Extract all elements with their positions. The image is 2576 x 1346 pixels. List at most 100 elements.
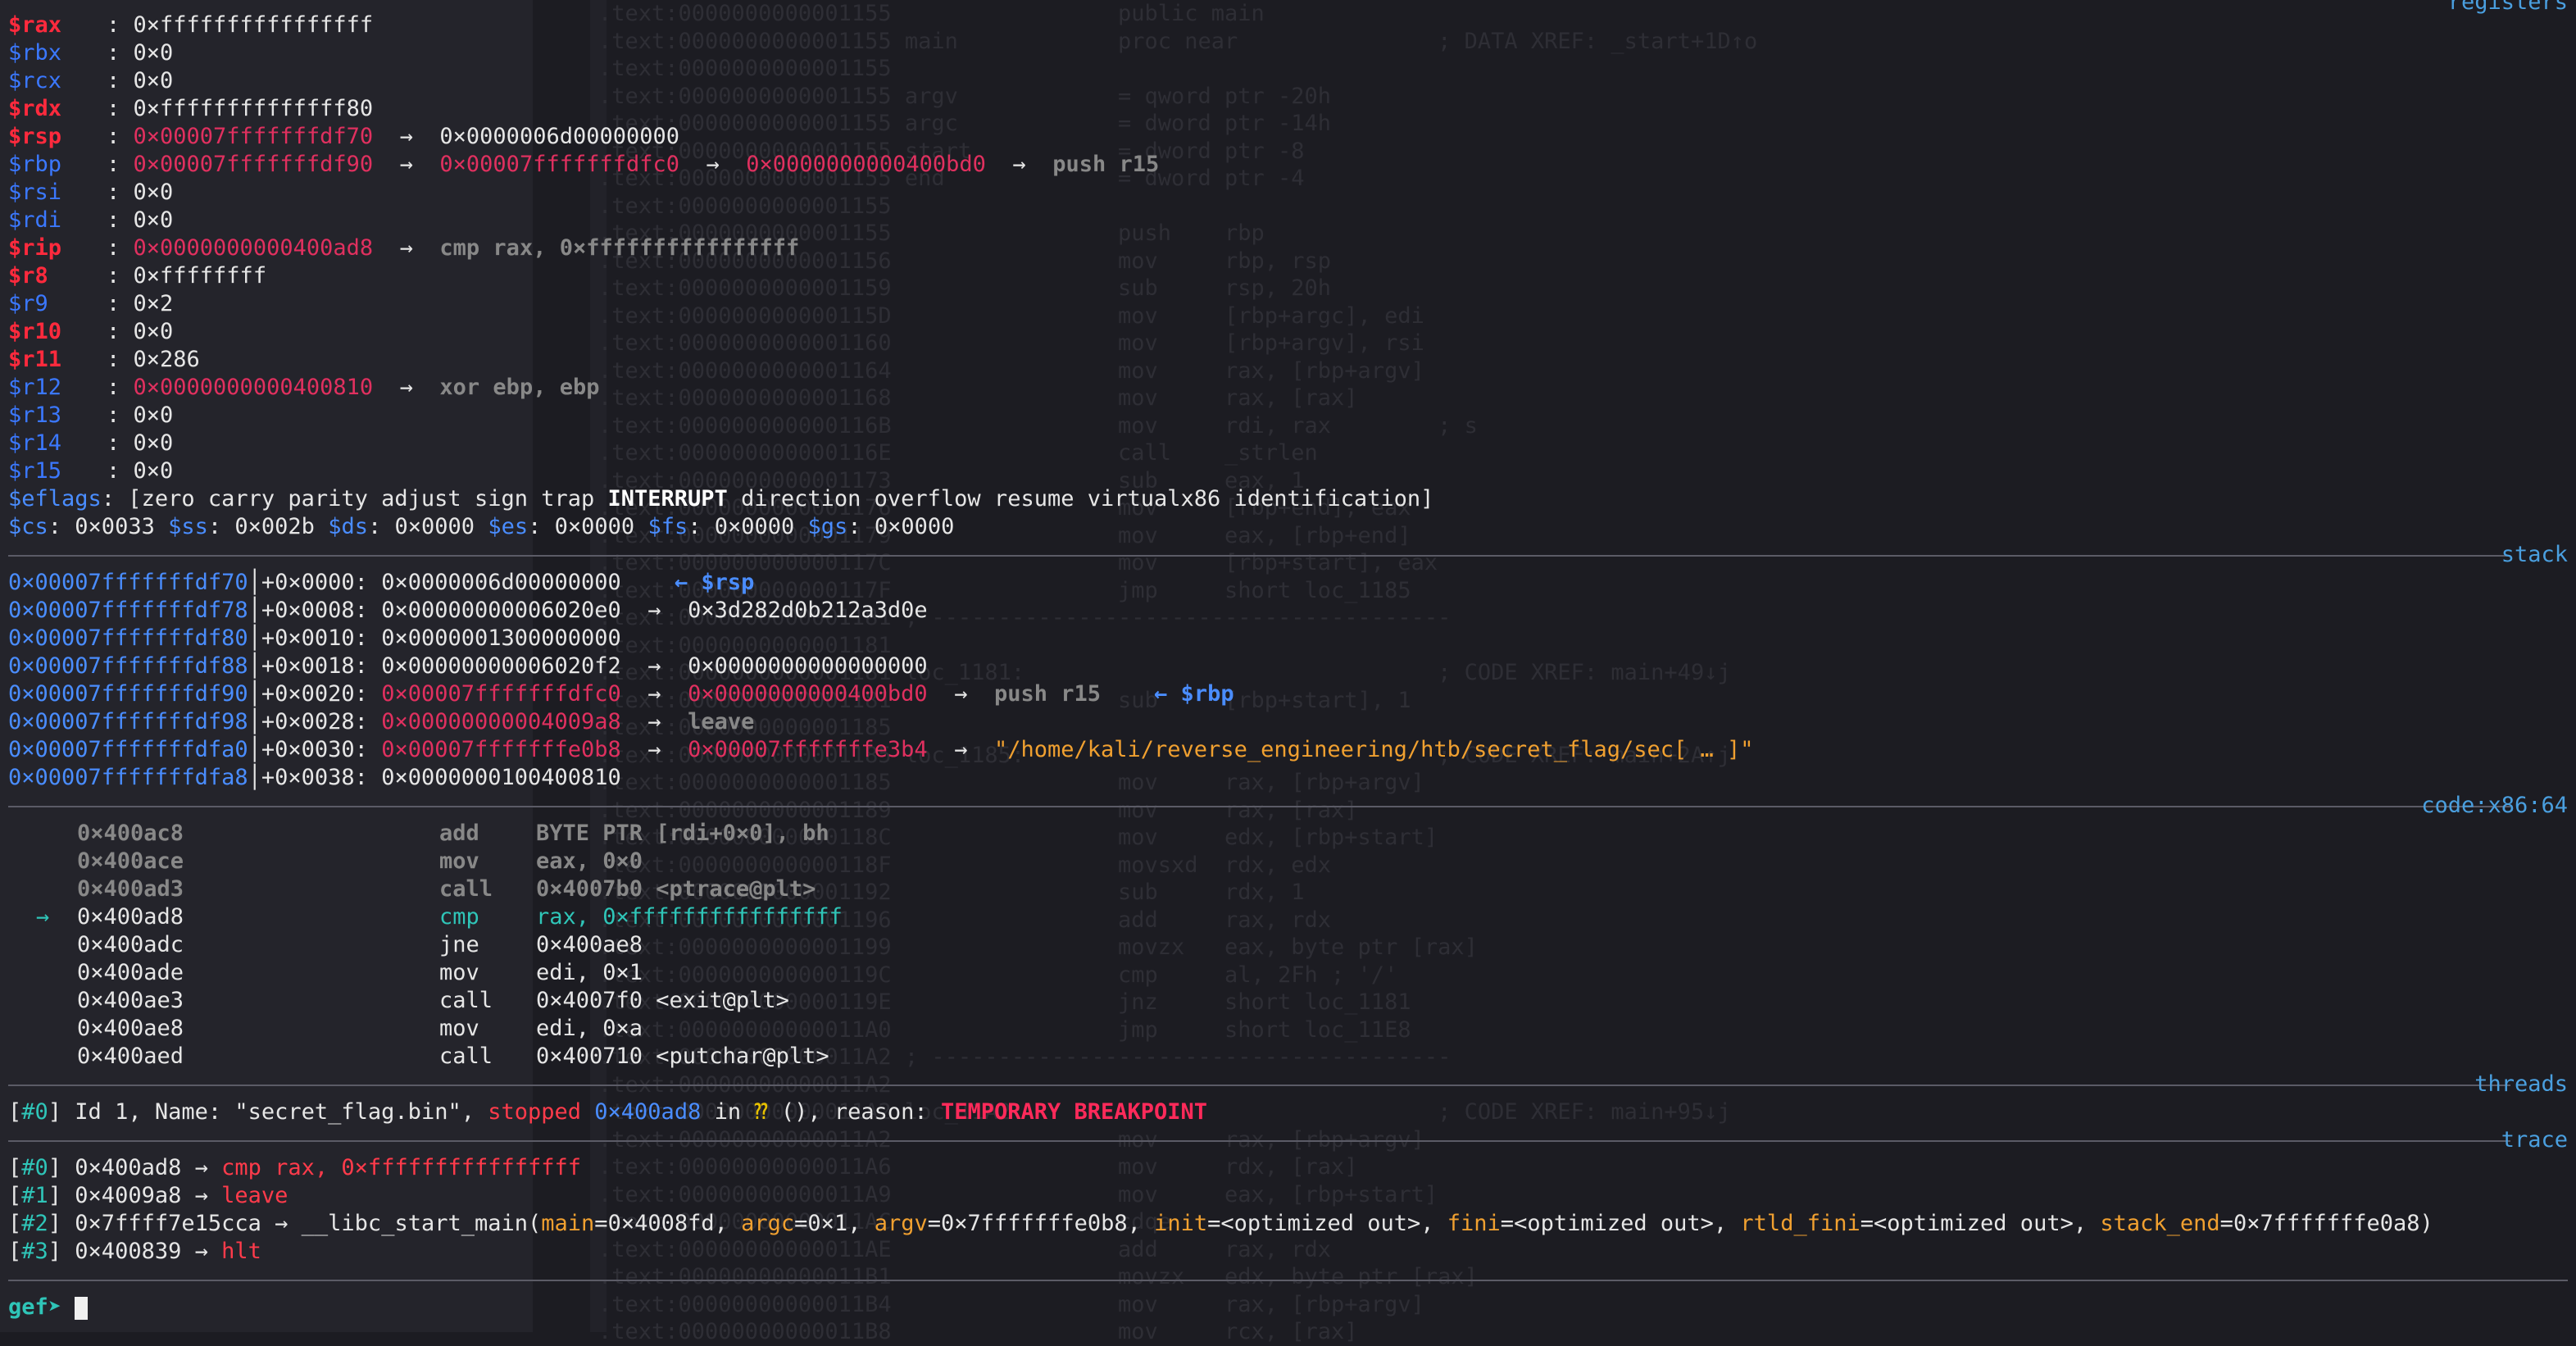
segment-value: 0×0000	[554, 514, 635, 539]
bracket: ]	[48, 1211, 75, 1236]
trace-row: [#1] 0×4009a8 → leave	[8, 1182, 288, 1210]
register-row: $r15: 0×0	[8, 457, 173, 485]
stack-offset: +0×0030:	[261, 737, 368, 762]
stack-deref: 0×00007fffffffe3b4	[688, 737, 928, 762]
segment-name: $ds	[328, 514, 368, 539]
register-value: 0×ffffffffffffffff	[133, 12, 374, 38]
text-cursor[interactable]	[75, 1296, 89, 1320]
register-row: $r13: 0×0	[8, 402, 173, 430]
equals: =	[794, 1211, 808, 1236]
code-mnemonic: add	[439, 821, 479, 846]
register-value: 0×0	[133, 319, 174, 344]
code-row: 0×400ace mov eax, 0×0	[8, 848, 643, 875]
register-value: 0×0000000000400ad8	[133, 235, 374, 261]
stack-row: 0×00007fffffffdf88│+0×0018: 0×0000000000…	[8, 653, 928, 680]
stack-instruction: leave	[688, 709, 755, 734]
register-row: $rbp: 0×00007fffffffdf90 → 0×00007ffffff…	[8, 151, 1159, 179]
code-row: 0×400aed call 0×400710 <putchar@plt>	[8, 1043, 829, 1071]
trace-arg-value: 0×4008fd	[607, 1211, 715, 1236]
prompt-label: gef➤	[8, 1294, 62, 1320]
code-operands: 0×400710 <putchar@plt>	[536, 1044, 829, 1069]
trace-arg-name: fini	[1447, 1211, 1501, 1236]
eflags-row: $eflags: [zero carry parity adjust sign …	[8, 485, 1433, 513]
register-row: $rdx: 0×ffffffffffffff80	[8, 95, 373, 123]
register-name: $rip	[8, 235, 62, 261]
register-name: $r15	[8, 458, 62, 484]
trace-arg-value: 0×1	[807, 1211, 848, 1236]
register-colon: :	[107, 235, 134, 261]
trace-index: #1	[21, 1183, 48, 1208]
segment-colon: :	[847, 514, 875, 539]
thread-index: #0	[21, 1099, 48, 1125]
stack-deref: 0×0000000000400bd0	[688, 681, 928, 707]
arrow-icon: →	[373, 152, 440, 177]
stack-address: 0×00007fffffffdfa0	[8, 737, 248, 762]
register-value: 0×0	[133, 180, 174, 205]
code-operands: 0×4007f0 <exit@plt>	[536, 988, 789, 1013]
stack-separator: │	[248, 765, 261, 790]
register-value: 0×2	[133, 291, 174, 316]
stack-value: 0×0000001300000000	[381, 625, 621, 651]
register-name: $rbx	[8, 40, 62, 66]
trace-arg-value: <optimized out>	[1874, 1211, 2074, 1236]
segment-colon: :	[688, 514, 715, 539]
code-row: 0×400ae3 call 0×4007f0 <exit@plt>	[8, 987, 789, 1015]
register-value: 0×0	[133, 207, 174, 233]
bracket: ]	[48, 1183, 75, 1208]
code-mnemonic: call	[439, 988, 493, 1013]
segment-name: $gs	[807, 514, 848, 539]
register-value: 0×0	[133, 402, 174, 428]
trace-symbol: leave	[221, 1183, 288, 1208]
bracket: [	[8, 1099, 22, 1125]
stack-row: 0×00007fffffffdf70│+0×0000: 0×0000006d00…	[8, 569, 754, 597]
comma: ,	[2073, 1211, 2101, 1236]
register-colon: :	[107, 12, 134, 38]
register-deref: xor ebp, ebp	[439, 375, 600, 400]
section-label-threads: threads	[2474, 1071, 2568, 1097]
stack-separator: │	[248, 598, 261, 623]
equals: =	[2219, 1211, 2233, 1236]
trace-arg-value: 0×7fffffffe0b8	[941, 1211, 1128, 1236]
arrow-icon: →	[927, 737, 994, 762]
register-colon: :	[107, 207, 134, 233]
trace-address: 0×400839	[75, 1239, 182, 1264]
stack-deref: 0×0000000000000000	[688, 653, 928, 679]
stack-address: 0×00007fffffffdf78	[8, 598, 248, 623]
register-deref: 0×0000000000400bd0	[746, 152, 986, 177]
register-name: $r14	[8, 430, 62, 456]
code-mnemonic: jne	[439, 932, 479, 957]
register-value: 0×0	[133, 40, 174, 66]
register-deref: push r15	[1052, 152, 1160, 177]
register-name: $r12	[8, 375, 62, 400]
command-prompt-row[interactable]: gef➤	[8, 1294, 89, 1321]
stack-offset: +0×0028:	[261, 709, 368, 734]
arrow-icon: →	[181, 1183, 222, 1208]
code-address: 0×400ade	[77, 960, 184, 985]
bracket: [	[8, 1211, 22, 1236]
register-colon: :	[107, 68, 134, 93]
stack-row: 0×00007fffffffdfa0│+0×0030: 0×00007fffff…	[8, 736, 1754, 764]
register-colon: :	[107, 180, 134, 205]
register-name: $r11	[8, 347, 62, 372]
code-row: 0×400ae8 mov edi, 0×a	[8, 1015, 643, 1043]
stack-separator: │	[248, 570, 261, 595]
bracket: [	[8, 1183, 22, 1208]
comma: ,	[847, 1211, 875, 1236]
bracket: ]	[48, 1239, 75, 1264]
register-value: 0×286	[133, 347, 200, 372]
thread-reason: TEMPORARY BREAKPOINT	[940, 1099, 1208, 1125]
stack-value: 0×00000000004009a8	[381, 709, 621, 734]
trace-row: [#3] 0×400839 → hlt	[8, 1238, 261, 1266]
stack-offset: +0×0018:	[261, 653, 368, 679]
paren: (	[528, 1211, 542, 1236]
code-row: 0×400ac8 add BYTE PTR [rdi+0×0], bh	[8, 820, 829, 848]
trace-arg-name: main	[541, 1211, 595, 1236]
register-colon: :	[107, 124, 134, 149]
segment-colon: :	[207, 514, 235, 539]
eflags-flags: : [zero carry parity adjust sign trap	[101, 486, 608, 512]
